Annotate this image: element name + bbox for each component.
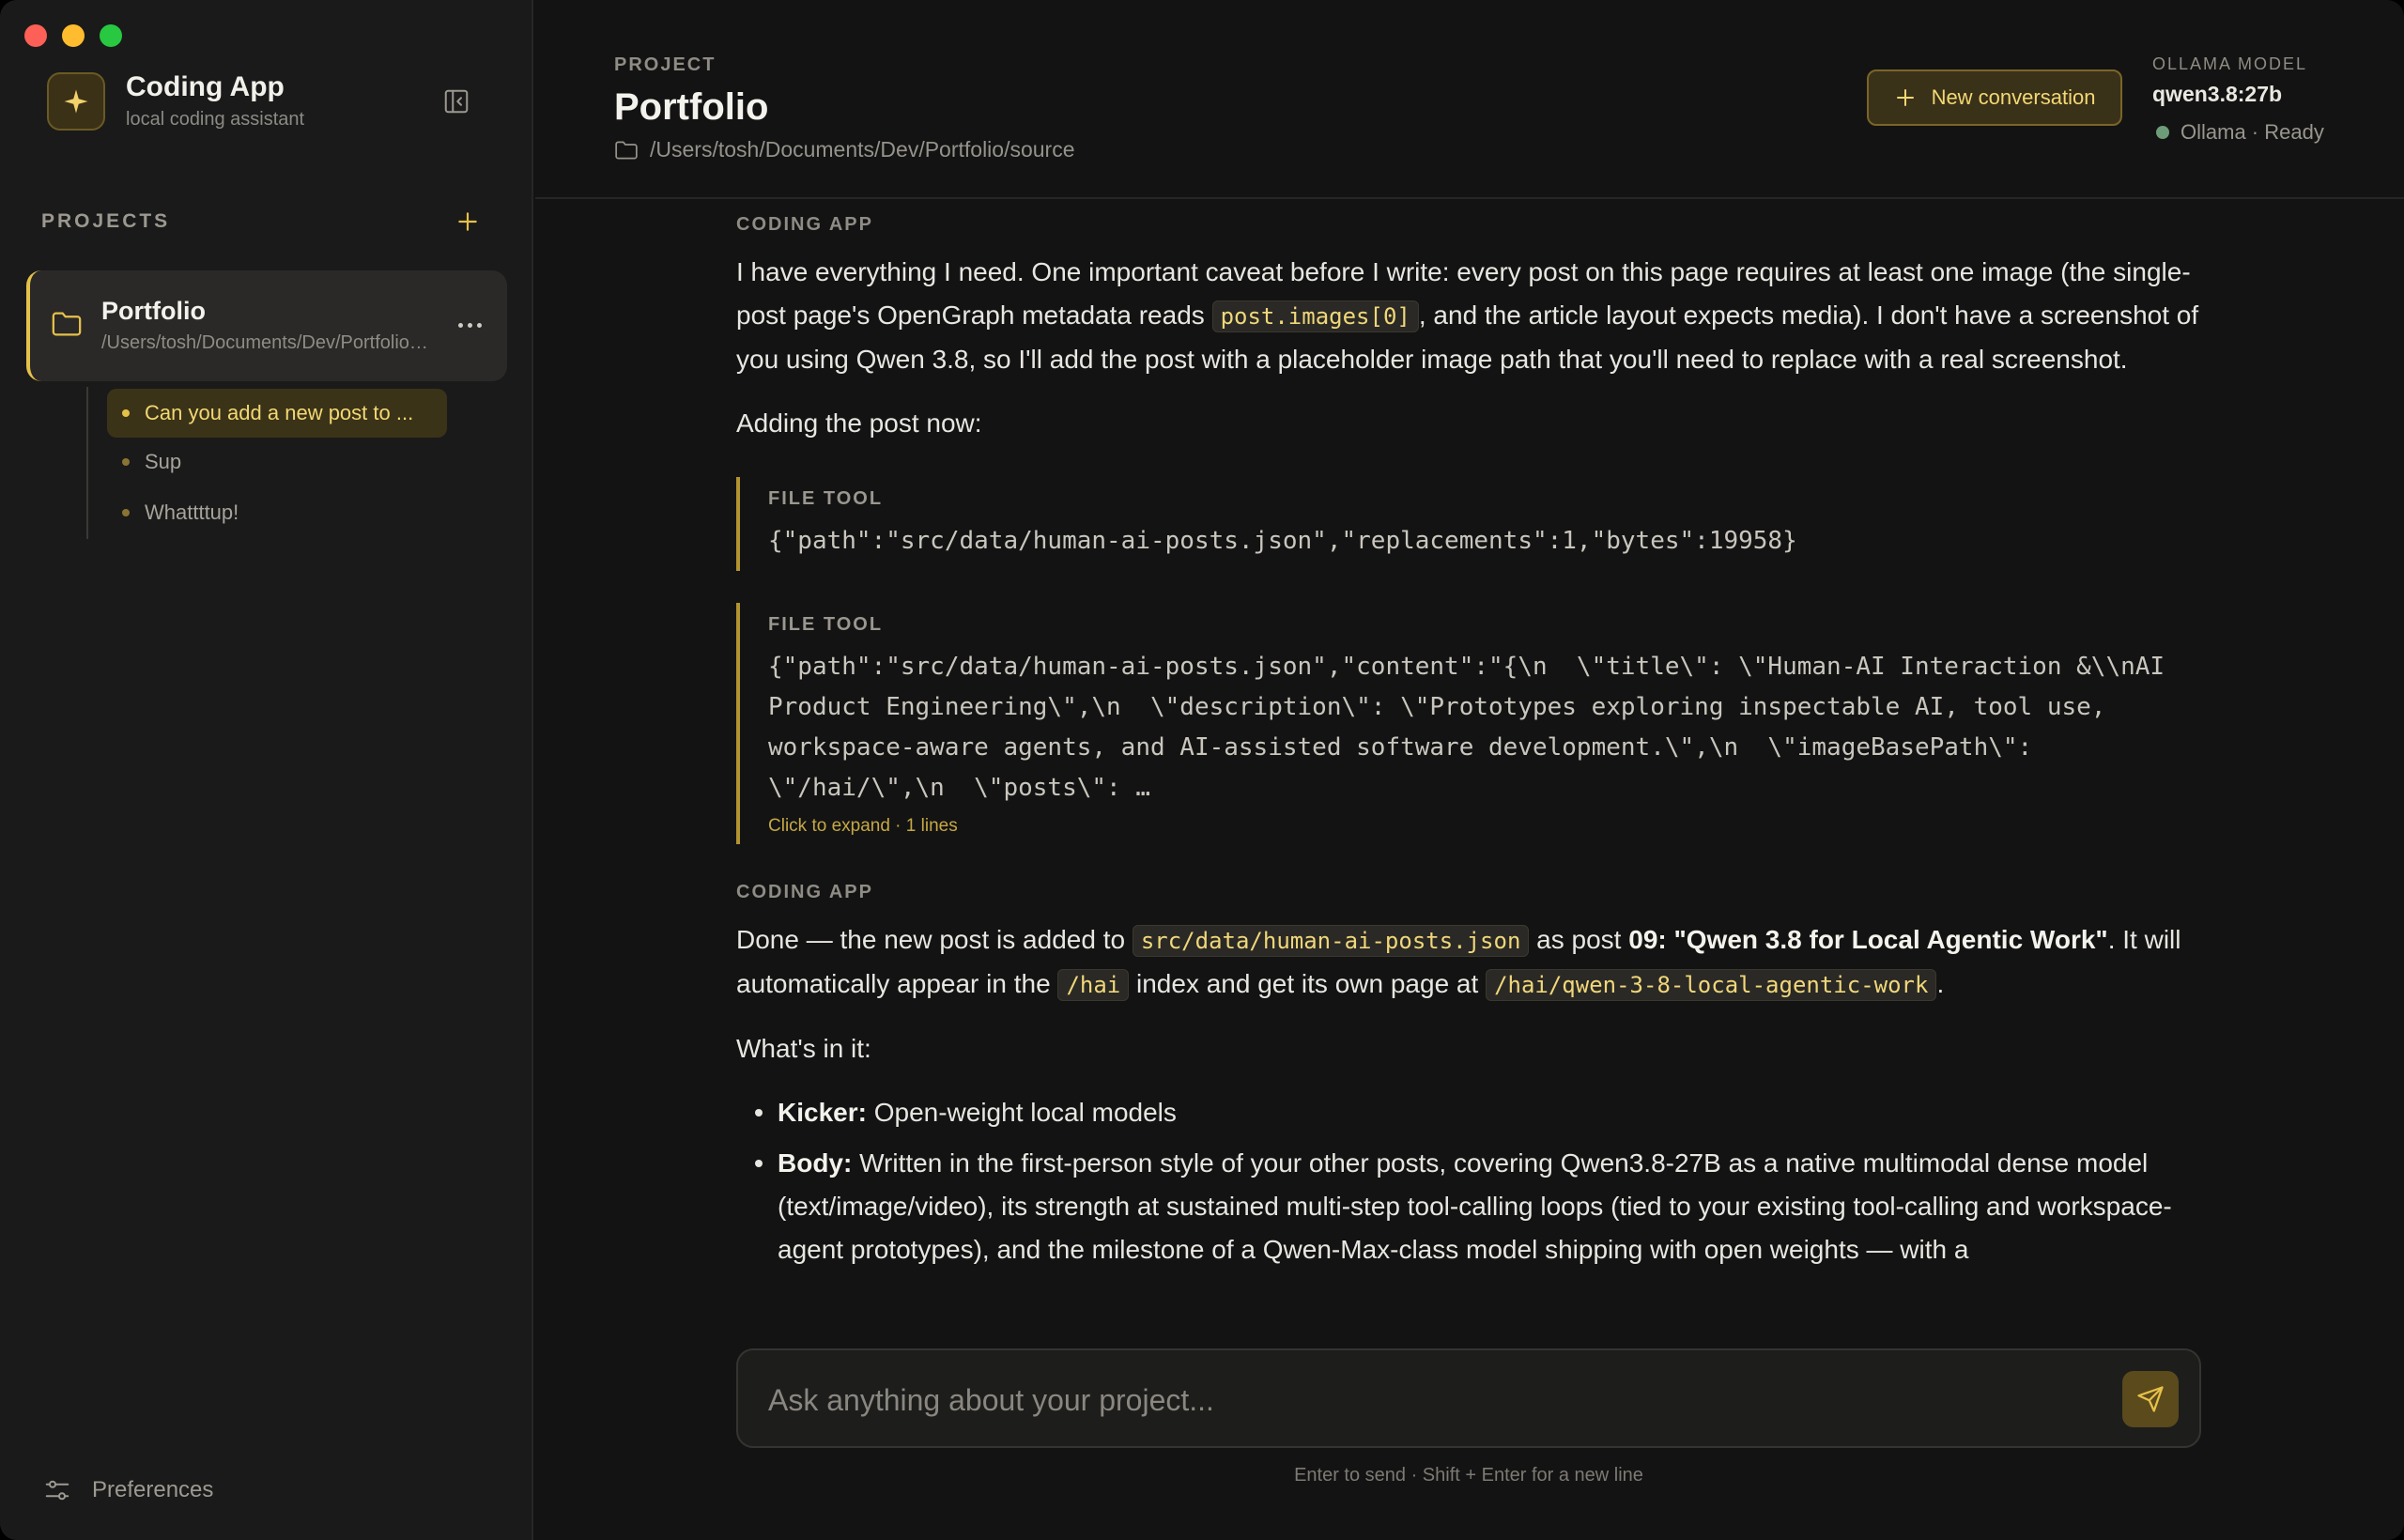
- close-window-button[interactable]: [24, 24, 47, 47]
- tool-output: {"path":"src/data/human-ai-posts.json","…: [768, 653, 2180, 802]
- app-window: Coding App local coding assistant PROJEC…: [0, 0, 2404, 1540]
- window-controls: [24, 24, 122, 47]
- conversation-tree-line: [86, 387, 88, 539]
- project-item-portfolio[interactable]: Portfolio /Users/tosh/Documents/Dev/Port…: [26, 270, 507, 381]
- conversation-label: Can you add a new post to ...: [145, 401, 414, 424]
- bullet-key: Body:: [778, 1148, 853, 1178]
- message-role: CODING APP: [736, 882, 873, 902]
- conversation-item-active[interactable]: Can you add a new post to ...: [107, 389, 447, 438]
- project-path-text: /Users/tosh/Documents/Dev/Portfolio/sour…: [650, 137, 1075, 162]
- model-name: qwen3.8:27b: [2152, 82, 2283, 106]
- project-name: Portfolio: [101, 297, 206, 325]
- composer: [736, 1348, 2201, 1448]
- inline-code: post.images[0]: [1211, 300, 1419, 332]
- preferences-label: Preferences: [92, 1477, 214, 1502]
- inline-code: /hai/qwen-3-8-local-agentic-work: [1486, 969, 1937, 1001]
- project-path-breadcrumb: /Users/tosh/Documents/Dev/Portfolio/sour…: [614, 137, 1075, 162]
- sliders-icon: [45, 1480, 69, 1501]
- plus-icon: [1896, 89, 1914, 106]
- conversation-item[interactable]: Sup: [107, 438, 196, 486]
- text-span: index and get its own page at: [1129, 969, 1487, 998]
- bullet-key: Kicker:: [778, 1098, 867, 1127]
- sparkle-icon: [47, 71, 105, 131]
- status-dot-icon: [2156, 126, 2169, 139]
- message-role: CODING APP: [736, 214, 873, 235]
- prompt-input[interactable]: [768, 1378, 2064, 1422]
- send-icon: [2137, 1386, 2164, 1412]
- model-status: Ollama · Ready: [2152, 120, 2324, 145]
- projects-title: PROJECTS: [41, 210, 171, 232]
- message-paragraph: Adding the post now:: [736, 408, 982, 438]
- app-subtitle: local coding assistant: [126, 109, 305, 130]
- bullet-text: Written in the first-person style of you…: [778, 1148, 2172, 1264]
- zoom-window-button[interactable]: [100, 24, 122, 47]
- assistant-message: CODING APP Done — the new post is added …: [736, 882, 2201, 1271]
- preferences-button[interactable]: Preferences: [43, 1476, 213, 1504]
- inline-code: /hai: [1057, 969, 1130, 1001]
- conversation-item[interactable]: Whattttup!: [107, 488, 254, 537]
- composer-area: Enter to send · Shift + Enter for a new …: [535, 1333, 2404, 1540]
- send-button[interactable]: [2122, 1371, 2179, 1427]
- brand: Coding App local coding assistant: [47, 71, 304, 131]
- dot-icon: [122, 458, 130, 466]
- inline-code: src/data/human-ai-posts.json: [1132, 925, 1530, 957]
- list-item: Kicker: Open-weight local models: [736, 1091, 2201, 1134]
- folder-icon: [615, 140, 638, 160]
- message-paragraph: I have everything I need. One important …: [736, 251, 2201, 381]
- folder-icon: [51, 310, 83, 343]
- composer-hint: Enter to send · Shift + Enter for a new …: [1294, 1465, 1643, 1486]
- app-name: Coding App: [126, 71, 285, 102]
- minimize-window-button[interactable]: [62, 24, 85, 47]
- assistant-message: CODING APP I have everything I need. One…: [736, 214, 2201, 445]
- tool-call-block: FILE TOOL {"path":"src/data/human-ai-pos…: [736, 477, 2201, 571]
- bold-text: 09: "Qwen 3.8 for Local Agentic Work": [1628, 925, 2108, 954]
- tool-label: FILE TOOL: [768, 614, 884, 635]
- active-dot-icon: [122, 409, 130, 417]
- model-label: OLLAMA MODEL: [2152, 54, 2308, 73]
- conversation-label: Sup: [145, 450, 182, 473]
- text-span: as post: [1529, 925, 1629, 954]
- text-span: Done — the new post is added to: [736, 925, 1133, 954]
- dot-icon: [122, 509, 130, 516]
- bullet-text: Open-weight local models: [866, 1098, 1177, 1127]
- header: PROJECT Portfolio /Users/tosh/Documents/…: [535, 0, 2404, 199]
- tool-label: FILE TOOL: [768, 488, 884, 509]
- add-project-icon[interactable]: [453, 207, 483, 237]
- page-title: Portfolio: [614, 86, 769, 128]
- list-item: Body: Written in the first-person style …: [736, 1142, 2201, 1271]
- more-options-icon[interactable]: [451, 308, 488, 342]
- model-status-text: Ollama · Ready: [2181, 120, 2324, 144]
- message-paragraph: What's in it:: [736, 1034, 871, 1063]
- tool-call-block[interactable]: FILE TOOL {"path":"src/data/human-ai-pos…: [736, 603, 2201, 844]
- model-status-panel: OLLAMA MODEL qwen3.8:27b Ollama · Ready: [2152, 54, 2324, 145]
- new-conversation-button[interactable]: New conversation: [1867, 69, 2122, 126]
- conversation-content: CODING APP I have everything I need. One…: [736, 214, 2201, 1279]
- tool-output: {"path":"src/data/human-ai-posts.json","…: [768, 527, 1797, 555]
- project-label: PROJECT: [614, 54, 717, 75]
- sidebar: Coding App local coding assistant PROJEC…: [0, 0, 533, 1540]
- message-paragraph: Done — the new post is added to src/data…: [736, 918, 2201, 1007]
- bullet-list: Kicker: Open-weight local models Body: W…: [736, 1091, 2201, 1271]
- projects-header: PROJECTS: [41, 207, 483, 237]
- expand-link[interactable]: Click to expand · 1 lines: [768, 816, 2201, 844]
- conversation-label: Whattttup!: [145, 500, 239, 524]
- collapse-sidebar-icon[interactable]: [439, 85, 473, 118]
- main-panel: PROJECT Portfolio /Users/tosh/Documents/…: [535, 0, 2404, 1540]
- project-path: /Users/tosh/Documents/Dev/Portfolio/sour…: [101, 332, 430, 353]
- new-conversation-label: New conversation: [1931, 85, 2096, 109]
- text-span: .: [1936, 969, 1945, 998]
